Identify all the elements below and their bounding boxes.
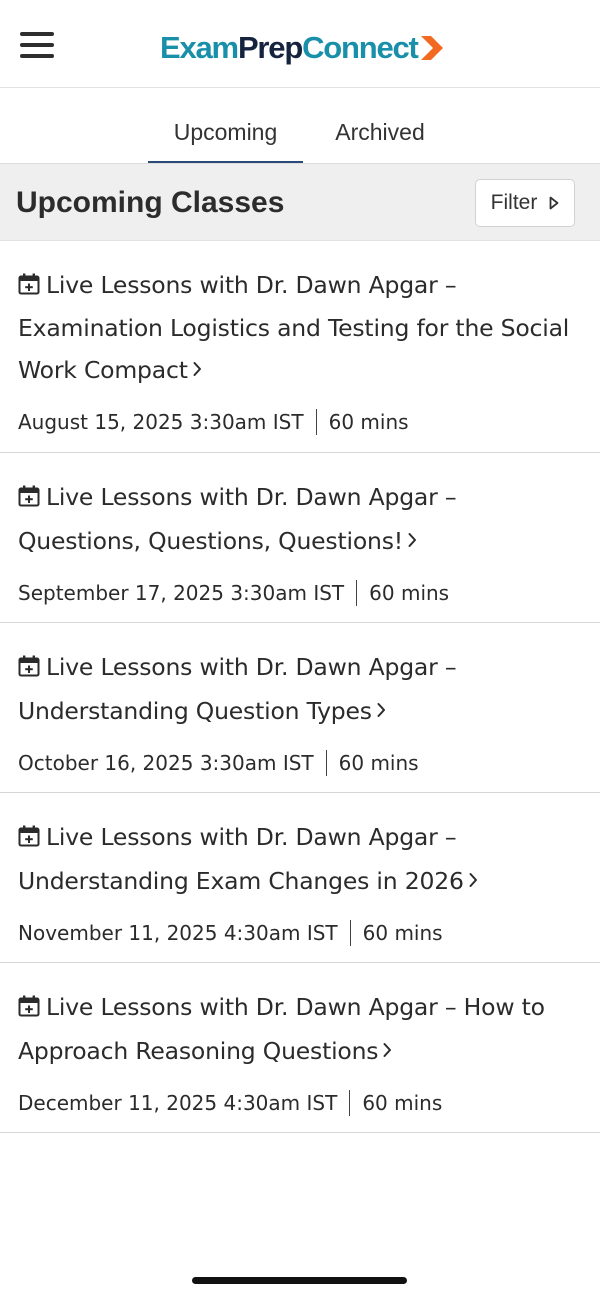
class-duration: 60 mins bbox=[369, 581, 450, 605]
class-date: November 11, 2025 4:30am IST bbox=[18, 921, 338, 945]
section-title: Upcoming Classes bbox=[16, 186, 285, 219]
logo-text-exam: Exam bbox=[160, 30, 239, 65]
meta-divider bbox=[315, 409, 317, 435]
class-title-link[interactable]: Live Lessons with Dr. Dawn Apgar – Exami… bbox=[18, 265, 582, 391]
tab-archived[interactable]: Archived bbox=[310, 88, 450, 163]
logo-text-prep: Prep bbox=[237, 30, 303, 65]
class-meta: September 17, 2025 3:30am IST 60 mins bbox=[18, 579, 449, 607]
logo-arrow-icon bbox=[420, 36, 443, 60]
hamburger-icon bbox=[20, 32, 54, 36]
class-duration: 60 mins bbox=[328, 410, 409, 434]
brand-logo[interactable]: Exam Prep Connect bbox=[160, 28, 443, 68]
class-title-link[interactable]: Live Lessons with Dr. Dawn Apgar – Under… bbox=[18, 817, 582, 902]
class-duration: 60 mins bbox=[338, 751, 419, 775]
class-meta: August 15, 2025 3:30am IST 60 mins bbox=[18, 408, 409, 436]
chevron-right-icon bbox=[193, 349, 202, 390]
class-title-text: Live Lessons with Dr. Dawn Apgar – Exami… bbox=[18, 271, 570, 384]
chevron-right-icon bbox=[377, 690, 386, 731]
calendar-add-icon bbox=[18, 649, 40, 690]
tab-upcoming[interactable]: Upcoming bbox=[148, 88, 303, 163]
section-header: Upcoming Classes Filter bbox=[0, 164, 600, 241]
tab-bar: Upcoming Archived bbox=[0, 88, 600, 164]
class-duration: 60 mins bbox=[362, 921, 443, 945]
class-date: December 11, 2025 4:30am IST bbox=[18, 1091, 338, 1115]
filter-label: Filter bbox=[490, 191, 538, 214]
class-title-text: Live Lessons with Dr. Dawn Apgar – Under… bbox=[18, 653, 457, 725]
class-duration: 60 mins bbox=[362, 1091, 443, 1115]
class-title-text: Live Lessons with Dr. Dawn Apgar – Quest… bbox=[18, 483, 457, 555]
chevron-right-icon bbox=[469, 860, 478, 901]
logo-text-connect: Connect bbox=[302, 30, 419, 65]
class-meta: December 11, 2025 4:30am IST 60 mins bbox=[18, 1089, 442, 1117]
meta-divider bbox=[356, 580, 358, 606]
meta-divider bbox=[349, 1090, 351, 1116]
calendar-add-icon bbox=[18, 267, 40, 308]
class-title-link[interactable]: Live Lessons with Dr. Dawn Apgar – Quest… bbox=[18, 477, 582, 562]
class-list-item: Live Lessons with Dr. Dawn Apgar – Under… bbox=[0, 793, 600, 963]
class-title-text: Live Lessons with Dr. Dawn Apgar – How t… bbox=[18, 993, 545, 1065]
menu-button[interactable] bbox=[20, 32, 54, 64]
class-meta: November 11, 2025 4:30am IST 60 mins bbox=[18, 919, 443, 947]
class-list-item: Live Lessons with Dr. Dawn Apgar – Exami… bbox=[0, 241, 600, 453]
class-date: August 15, 2025 3:30am IST bbox=[18, 410, 304, 434]
class-title-link[interactable]: Live Lessons with Dr. Dawn Apgar – Under… bbox=[18, 647, 582, 732]
filter-button[interactable]: Filter bbox=[475, 179, 575, 227]
calendar-add-icon bbox=[18, 819, 40, 860]
chevron-right-icon bbox=[383, 1030, 392, 1071]
class-list-item: Live Lessons with Dr. Dawn Apgar – Quest… bbox=[0, 453, 600, 623]
class-meta: October 16, 2025 3:30am IST 60 mins bbox=[18, 749, 419, 777]
meta-divider bbox=[325, 750, 327, 776]
home-indicator bbox=[192, 1277, 407, 1284]
caret-right-icon bbox=[549, 196, 559, 210]
class-date: October 16, 2025 3:30am IST bbox=[18, 751, 314, 775]
class-list-item: Live Lessons with Dr. Dawn Apgar – How t… bbox=[0, 963, 600, 1133]
class-date: September 17, 2025 3:30am IST bbox=[18, 581, 345, 605]
calendar-add-icon bbox=[18, 989, 40, 1030]
class-title-text: Live Lessons with Dr. Dawn Apgar – Under… bbox=[18, 823, 464, 895]
calendar-add-icon bbox=[18, 479, 40, 520]
meta-divider bbox=[349, 920, 351, 946]
app-header: Exam Prep Connect bbox=[0, 0, 600, 88]
class-title-link[interactable]: Live Lessons with Dr. Dawn Apgar – How t… bbox=[18, 987, 582, 1072]
class-list-item: Live Lessons with Dr. Dawn Apgar – Under… bbox=[0, 623, 600, 793]
chevron-right-icon bbox=[408, 520, 417, 561]
class-list: Live Lessons with Dr. Dawn Apgar – Exami… bbox=[0, 241, 600, 1133]
